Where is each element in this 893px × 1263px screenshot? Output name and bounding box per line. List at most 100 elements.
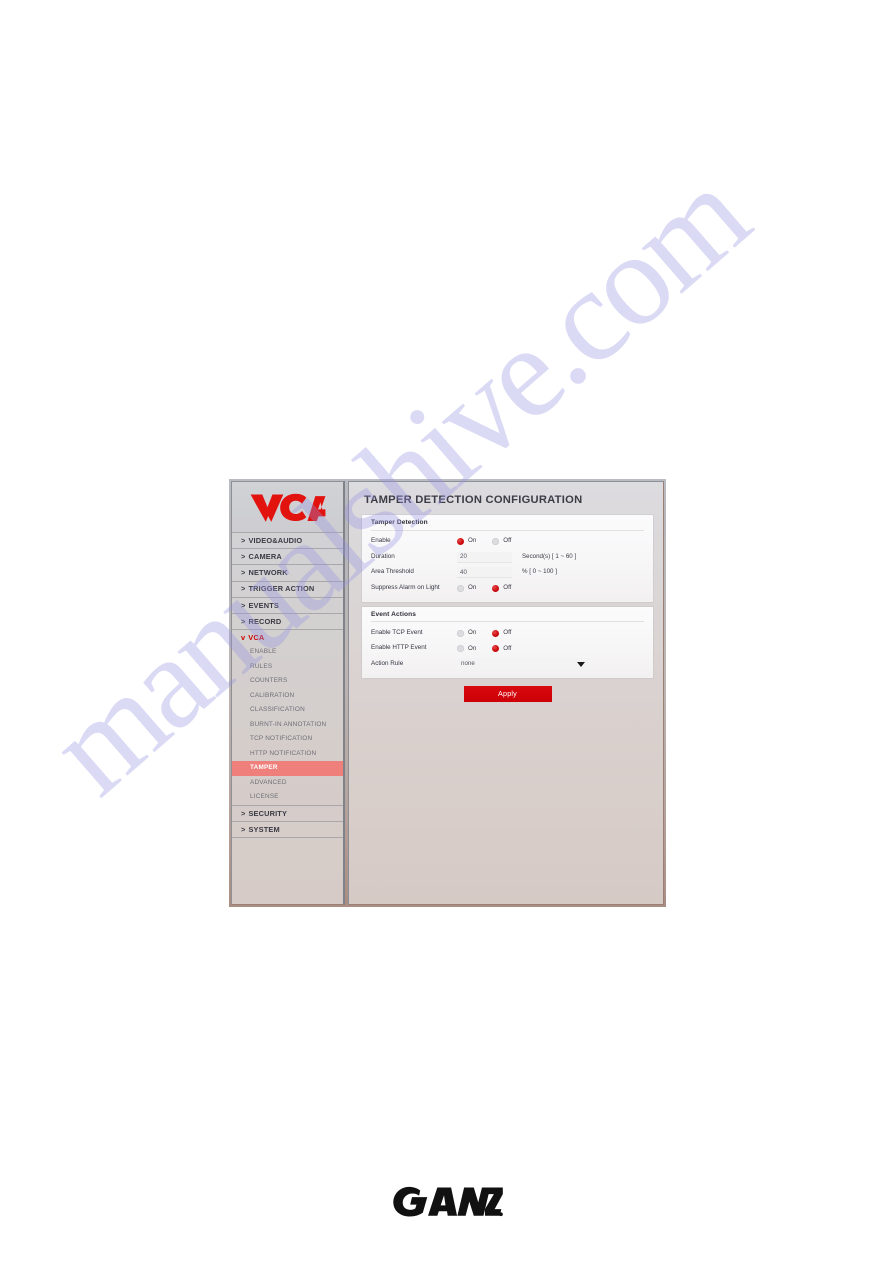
suppress-alarm-row: Suppress Alarm on Light On Off [371, 580, 644, 596]
sidebar-item-tamper[interactable]: TAMPER [232, 761, 343, 776]
sidebar-item-label: VCA [248, 633, 265, 643]
sidebar-item-events[interactable]: > EVENTS [232, 596, 343, 613]
camera-web-ui-screenshot: > VIDEO&AUDIO > CAMERA > NETWORK > TRIGG… [229, 479, 666, 907]
http-event-on-label: On [468, 644, 477, 652]
http-event-radio-on[interactable]: On [457, 644, 477, 653]
chevron-right-icon: > [241, 568, 246, 578]
tcp-event-radio-on[interactable]: On [457, 629, 477, 637]
sidebar-item-label: CAMERA [248, 552, 282, 562]
radio-unselected-icon [457, 645, 464, 653]
sidebar-item-http-notification[interactable]: HTTP NOTIFICATION [232, 747, 343, 762]
area-threshold-row: Area Threshold % [ 0 ~ 100 ] [371, 565, 644, 581]
http-event-row: Enable HTTP Event On Off [371, 641, 644, 657]
tcp-event-label: Enable TCP Event [371, 628, 423, 636]
duration-row: Duration Second(s) [ 1 ~ 60 ] [371, 549, 644, 565]
ganz-logo-icon [392, 1186, 503, 1217]
sidebar-item-security[interactable]: > SECURITY [232, 804, 343, 821]
main-content: TAMPER DETECTION CONFIGURATION Tamper De… [348, 481, 664, 905]
vca-logo [232, 482, 343, 532]
suppress-alarm-radio-off[interactable]: Off [492, 584, 511, 592]
sidebar-item-counters[interactable]: COUNTERS [232, 674, 343, 689]
enable-label: Enable [371, 537, 391, 545]
sidebar-filler [232, 837, 343, 839]
sidebar-subitem-label: RULES [250, 662, 273, 670]
enable-radio-group: On Off [457, 537, 527, 546]
radio-unselected-icon [492, 538, 500, 546]
sidebar-item-classification[interactable]: CLASSIFICATION [232, 703, 343, 718]
enable-on-label: On [468, 537, 477, 545]
chevron-right-icon: > [241, 808, 246, 818]
sidebar-item-camera[interactable]: > CAMERA [232, 548, 343, 564]
chevron-right-icon: > [241, 584, 246, 594]
sidebar-subitem-label: CLASSIFICATION [250, 706, 305, 714]
footer-brand-logo [0, 1186, 893, 1218]
page-title: TAMPER DETECTION CONFIGURATION [364, 494, 583, 506]
sidebar-subitem-label: HTTP NOTIFICATION [250, 749, 317, 757]
sidebar-item-calibration[interactable]: CALIBRATION [232, 689, 343, 704]
duration-input[interactable] [457, 551, 512, 563]
sidebar-item-tcp-notification[interactable]: TCP NOTIFICATION [232, 732, 343, 747]
sidebar-item-network[interactable]: > NETWORK [232, 564, 343, 580]
action-rule-select[interactable]: none [457, 658, 589, 671]
tcp-event-off-label: Off [503, 629, 512, 637]
sidebar-item-rules[interactable]: RULES [232, 660, 343, 675]
sidebar-item-label: NETWORK [248, 568, 288, 578]
sidebar-item-label: RECORD [248, 616, 282, 626]
sidebar-item-vca[interactable]: v VCA [232, 629, 343, 645]
action-rule-label: Action Rule [371, 659, 404, 667]
radio-unselected-icon [457, 584, 464, 592]
area-threshold-input[interactable] [457, 567, 512, 579]
suppress-alarm-radio-group: On Off [457, 584, 527, 592]
chevron-right-icon: > [241, 600, 246, 610]
chevron-right-icon: > [241, 616, 246, 626]
enable-row: Enable On Off [371, 534, 644, 550]
enable-off-label: Off [503, 537, 512, 545]
sidebar-item-enable[interactable]: ENABLE [232, 645, 343, 660]
duration-label: Duration [371, 552, 395, 560]
sidebar-item-system[interactable]: > SYSTEM [232, 821, 343, 837]
http-event-off-label: Off [503, 644, 512, 652]
document-page: > VIDEO&AUDIO > CAMERA > NETWORK > TRIGG… [0, 0, 893, 1263]
sidebar-item-label: TRIGGER ACTION [248, 584, 315, 594]
enable-radio-on[interactable]: On [457, 537, 477, 546]
sidebar-subitem-label: LICENSE [250, 793, 279, 801]
sidebar-vca-submenu: ENABLE RULES COUNTERS CALIBRATION CLASSI… [232, 645, 343, 805]
tamper-detection-panel: Tamper Detection Enable On Off Duration … [362, 515, 653, 602]
sidebar-item-license[interactable]: LICENSE [232, 790, 343, 805]
http-event-radio-group: On Off [457, 644, 527, 653]
chevron-right-icon: > [241, 552, 246, 562]
sidebar-subitem-label: COUNTERS [250, 677, 288, 685]
tcp-event-radio-group: On Off [457, 629, 527, 637]
sidebar-item-trigger-action[interactable]: > TRIGGER ACTION [232, 580, 343, 597]
sidebar-subitem-label: CALIBRATION [250, 691, 295, 699]
sidebar-subitem-label: ADVANCED [250, 778, 287, 786]
sidebar-item-label: VIDEO&AUDIO [248, 535, 303, 545]
tamper-detection-panel-title: Tamper Detection [371, 520, 644, 531]
tcp-event-on-label: On [468, 629, 477, 637]
sidebar-item-record[interactable]: > RECORD [232, 612, 343, 629]
suppress-alarm-radio-on[interactable]: On [457, 584, 476, 592]
tcp-event-row: Enable TCP Event On Off [371, 625, 644, 641]
chevron-down-icon: v [241, 633, 246, 643]
sidebar-item-label: SYSTEM [248, 824, 280, 834]
chevron-down-icon [577, 661, 585, 667]
vca-logo-icon [250, 493, 325, 522]
sidebar-item-advanced[interactable]: ADVANCED [232, 776, 343, 791]
http-event-radio-off[interactable]: Off [492, 644, 512, 653]
apply-button[interactable]: Apply [463, 685, 552, 702]
duration-unit-label: Second(s) [ 1 ~ 60 ] [522, 552, 577, 560]
area-threshold-unit-label: % [ 0 ~ 100 ] [522, 568, 557, 576]
http-event-label: Enable HTTP Event [371, 644, 427, 652]
sidebar-subitem-label: ENABLE [250, 648, 277, 656]
radio-selected-icon [492, 584, 500, 592]
sidebar-item-burnt-in-annotation[interactable]: BURNT-IN ANNOTATION [232, 718, 343, 733]
sidebar-subitem-label: BURNT-IN ANNOTATION [250, 720, 327, 728]
sidebar-item-label: SECURITY [248, 808, 288, 818]
sidebar-item-label: EVENTS [248, 600, 279, 610]
sidebar-item-video-audio[interactable]: > VIDEO&AUDIO [232, 532, 343, 548]
apply-row: Apply [362, 685, 653, 702]
sidebar-top-menu: > VIDEO&AUDIO > CAMERA > NETWORK > TRIGG… [232, 532, 343, 645]
area-threshold-label: Area Threshold [371, 568, 414, 576]
tcp-event-radio-off[interactable]: Off [492, 629, 512, 637]
enable-radio-off[interactable]: Off [492, 537, 512, 546]
